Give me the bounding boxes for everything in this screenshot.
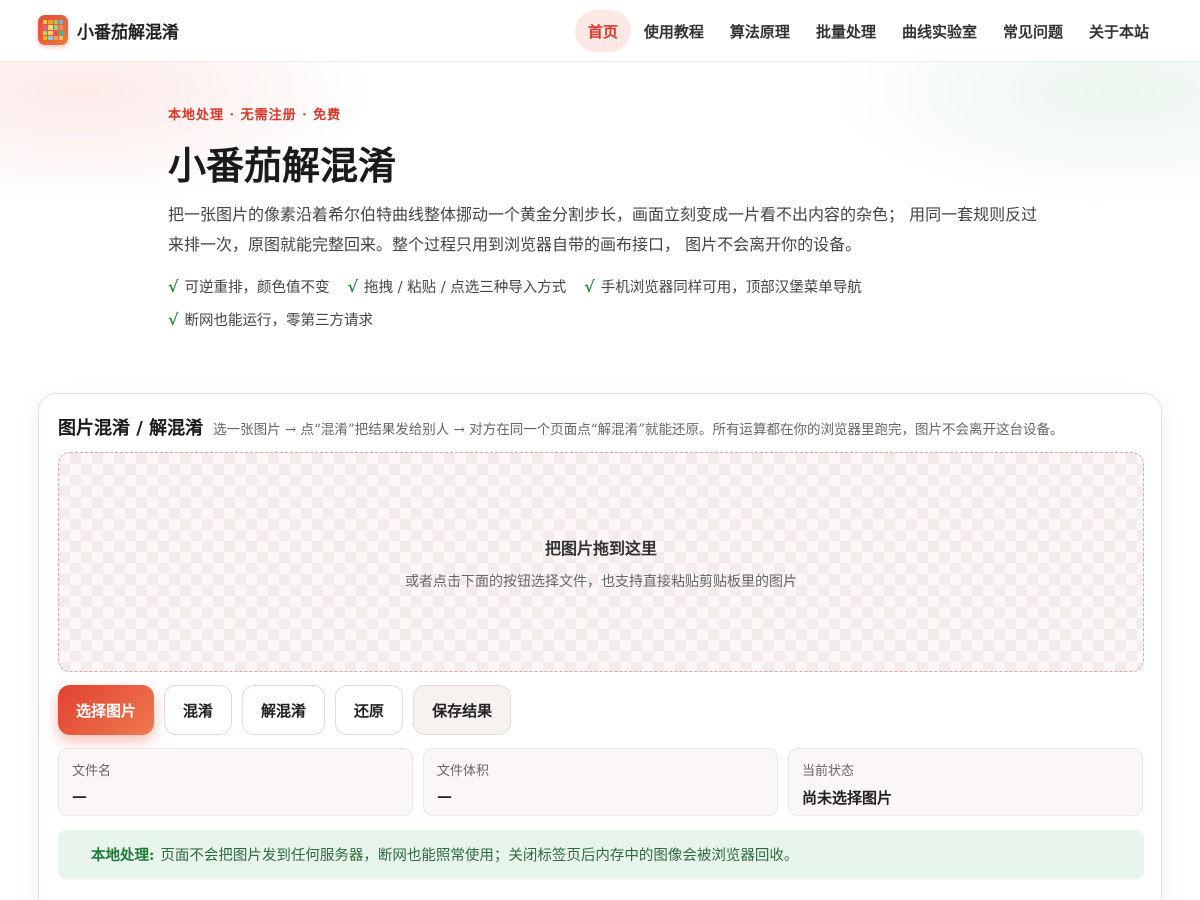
check-icon: √: [584, 277, 595, 296]
nav-item-tutorial[interactable]: 使用教程: [631, 10, 717, 52]
feature-text: 拖拽 / 粘贴 / 点选三种导入方式: [364, 280, 567, 296]
notice-text: 页面不会把图片发到任何服务器，断网也能照常使用；关闭标签页后内存中的图像会被浏览…: [160, 848, 799, 864]
feature-item: √ 断网也能运行，零第三方请求: [168, 303, 373, 336]
feature-text: 断网也能运行，零第三方请求: [184, 313, 374, 329]
stat-filename: 文件名 —: [58, 748, 413, 816]
feature-item: √ 可逆重排，颜色值不变: [168, 270, 330, 303]
hero-description: 把一张图片的像素沿着希尔伯特曲线整体挪动一个黄金分割步长，画面立刻变成一片看不出…: [168, 205, 1038, 254]
action-buttons: 选择图片 混淆 解混淆 还原 保存结果: [58, 685, 521, 735]
deobfuscate-button[interactable]: 解混淆: [242, 685, 326, 735]
tool-card: 图片混淆 / 解混淆 选一张图片 → 点“混淆”把结果发给别人 → 对方在同一个…: [38, 393, 1162, 900]
feature-list: √ 可逆重排，颜色值不变 √ 拖拽 / 粘贴 / 点选三种导入方式 √ 手机浏览…: [168, 270, 908, 336]
stat-value: 尚未选择图片: [802, 789, 893, 807]
dropzone-title: 把图片拖到这里: [544, 539, 657, 558]
stat-value: —: [72, 787, 87, 805]
stat-filesize: 文件体积 —: [423, 748, 778, 816]
main-nav: 首页 使用教程 算法原理 批量处理 曲线实验室 常见问题 关于本站: [574, 10, 1162, 52]
image-dropzone[interactable]: 把图片拖到这里 或者点击下面的按钮选择文件，也支持直接粘贴剪贴板里的图片: [58, 452, 1144, 672]
file-stats: 文件名 — 文件体积 — 当前状态 尚未选择图片: [58, 748, 1143, 816]
stat-label: 文件体积: [437, 764, 490, 779]
nav-item-algorithm[interactable]: 算法原理: [717, 10, 803, 52]
stat-status: 当前状态 尚未选择图片: [788, 748, 1143, 816]
feature-text: 可逆重排，颜色值不变: [184, 280, 330, 296]
tool-subtitle: 选一张图片 → 点“混淆”把结果发给别人 → 对方在同一个页面点“解混淆”就能还…: [213, 422, 1064, 438]
hero-section: 本地处理 · 无需注册 · 免费 小番茄解混淆 把一张图片的像素沿着希尔伯特曲线…: [168, 104, 1048, 336]
tool-card-header: 图片混淆 / 解混淆 选一张图片 → 点“混淆”把结果发给别人 → 对方在同一个…: [58, 414, 1064, 440]
nav-item-about[interactable]: 关于本站: [1076, 10, 1162, 52]
notice-label: 本地处理:: [91, 847, 155, 864]
check-icon: √: [347, 277, 359, 296]
feature-text: 手机浏览器同样可用，顶部汉堡菜单导航: [600, 280, 862, 296]
check-icon: √: [168, 277, 179, 296]
brand-name: 小番茄解混淆: [77, 22, 179, 43]
dropzone-hint: 或者点击下面的按钮选择文件，也支持直接粘贴剪贴板里的图片: [405, 574, 797, 590]
stat-value: —: [437, 787, 452, 805]
brand[interactable]: 小番茄解混淆: [38, 15, 179, 45]
stat-label: 当前状态: [802, 764, 855, 779]
restore-button[interactable]: 还原: [335, 685, 404, 735]
page-title: 小番茄解混淆: [168, 143, 397, 188]
nav-item-home[interactable]: 首页: [574, 10, 631, 52]
stat-label: 文件名: [72, 764, 112, 779]
hero-eyebrow: 本地处理 · 无需注册 · 免费: [168, 108, 342, 123]
pixel-grid-icon: [38, 15, 68, 45]
local-processing-notice: 本地处理: 页面不会把图片发到任何服务器，断网也能照常使用；关闭标签页后内存中的…: [58, 830, 1144, 879]
select-image-button[interactable]: 选择图片: [58, 685, 155, 735]
nav-item-faq[interactable]: 常见问题: [990, 10, 1076, 52]
tool-title: 图片混淆 / 解混淆: [58, 418, 204, 439]
check-icon: √: [168, 310, 179, 329]
nav-item-batch[interactable]: 批量处理: [803, 10, 889, 52]
save-result-button[interactable]: 保存结果: [413, 685, 512, 735]
top-navbar: 小番茄解混淆 首页 使用教程 算法原理 批量处理 曲线实验室 常见问题 关于本站: [0, 0, 1200, 62]
feature-item: √ 手机浏览器同样可用，顶部汉堡菜单导航: [584, 270, 862, 303]
obfuscate-button[interactable]: 混淆: [164, 685, 233, 735]
nav-item-curve-lab[interactable]: 曲线实验室: [889, 10, 990, 52]
feature-item: √ 拖拽 / 粘贴 / 点选三种导入方式: [348, 270, 567, 303]
